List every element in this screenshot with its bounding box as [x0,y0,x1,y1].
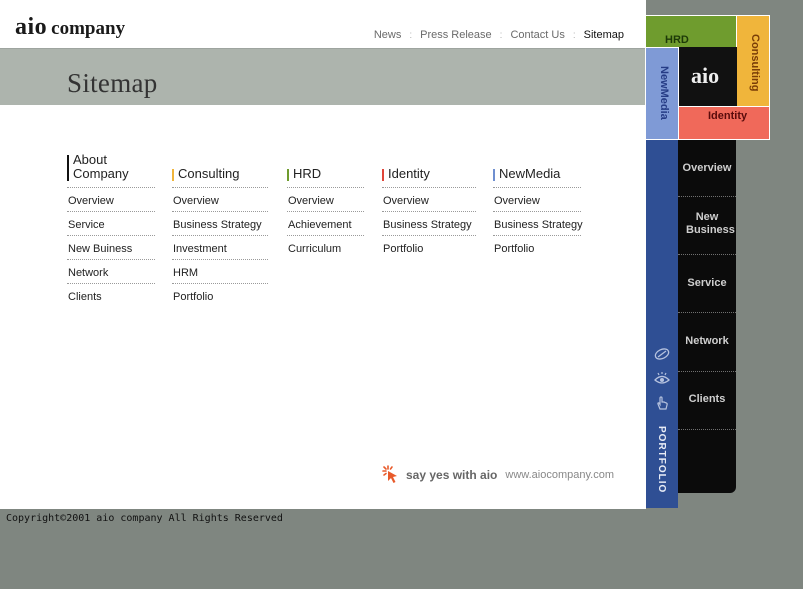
top-navigation: News : Press Release : Contact Us : Site… [374,29,624,41]
link-portfolio[interactable]: Portfolio [493,236,581,259]
heading-color-mark [172,169,174,181]
column-links: Overview Achievement Curriculum [287,188,364,259]
link-new-business[interactable]: New Buiness [67,236,155,260]
sitemap-column-newmedia: NewMedia Overview Business Strategy Port… [493,150,583,259]
side-menu: Overview New Business Service Network Cl… [678,140,736,493]
nav-separator: : [499,29,503,41]
nav-press-release[interactable]: Press Release [420,29,492,41]
logo-aio: aio [15,14,48,40]
heading-text: HRD [293,166,322,181]
link-investment[interactable]: Investment [172,236,268,260]
link-portfolio[interactable]: Portfolio [382,236,476,259]
heading-color-mark [382,169,384,181]
link-business-strategy[interactable]: Business Strategy [493,212,583,236]
link-portfolio[interactable]: Portfolio [172,284,268,307]
title-band: Sitemap [0,49,646,105]
link-overview[interactable]: Overview [172,188,268,212]
copyright-footer: Copyright©2001 aio company All Rights Re… [6,513,283,524]
column-links: Overview Business Strategy Portfolio [493,188,583,259]
logo-company: company [51,18,126,39]
slogan: say yes with aio www.aiocompany.com [382,465,614,485]
aio-company-logo[interactable]: aio company [15,14,125,41]
nav-contact-us[interactable]: Contact Us [510,29,564,41]
sitemap-column-hrd: HRD Overview Achievement Curriculum [287,150,364,259]
tile-aio[interactable]: aio [678,47,737,107]
sitemap-column-identity: Identity Overview Business Strategy Port… [382,150,476,259]
slogan-text: say yes with aio [406,468,498,482]
column-heading-about-company[interactable]: About Company [67,150,155,188]
side-menu-clients[interactable]: Clients [678,393,736,406]
tile-aio-label: aio [691,63,720,88]
column-links: Overview Business Strategy Investment HR… [172,188,268,307]
side-menu-divider [678,312,736,313]
cursor-burst-icon [382,465,397,483]
tile-newmedia[interactable]: NewMedia [645,47,679,140]
side-menu-overview[interactable]: Overview [678,162,736,175]
tile-consulting[interactable]: Consulting [736,15,770,107]
side-menu-divider [678,371,736,372]
column-heading-hrd[interactable]: HRD [287,150,364,188]
link-curriculum[interactable]: Curriculum [287,236,364,259]
link-hrm[interactable]: HRM [172,260,268,284]
tile-identity-label: Identity [708,110,748,122]
heading-color-mark [67,155,69,181]
portfolio-strip[interactable]: PORTFOLIO [646,140,678,508]
nav-separator: : [409,29,413,41]
column-heading-newmedia[interactable]: NewMedia [493,150,581,188]
column-heading-identity[interactable]: Identity [382,150,476,188]
tile-consulting-label: Consulting [749,34,761,92]
side-menu-divider [678,254,736,255]
page-title: Sitemap [67,68,158,98]
nav-sitemap[interactable]: Sitemap [584,29,624,41]
tile-identity[interactable]: Identity [678,106,770,140]
slogan-url[interactable]: www.aiocompany.com [505,469,614,481]
link-overview[interactable]: Overview [382,188,476,212]
heading-text: Consulting [178,166,240,181]
nav-separator: : [572,29,576,41]
link-service[interactable]: Service [67,212,155,236]
link-icon[interactable] [654,346,670,362]
side-menu-divider [678,196,736,197]
heading-text: NewMedia [499,166,561,181]
link-business-strategy[interactable]: Business Strategy [382,212,476,236]
heading-text: About Company [73,153,129,181]
sitemap-column-consulting: Consulting Overview Business Strategy In… [172,150,268,307]
link-overview[interactable]: Overview [287,188,364,212]
side-menu-new-business[interactable]: New Business [678,211,736,237]
link-overview[interactable]: Overview [67,188,155,212]
link-achievement[interactable]: Achievement [287,212,364,236]
tile-newmedia-label: NewMedia [658,66,670,120]
link-business-strategy[interactable]: Business Strategy [172,212,268,236]
portfolio-label: PORTFOLIO [656,426,667,494]
heading-line: About [73,152,107,167]
tile-hrd[interactable]: HRD [645,15,737,48]
link-network[interactable]: Network [67,260,155,284]
link-clients[interactable]: Clients [67,284,155,307]
column-heading-consulting[interactable]: Consulting [172,150,268,188]
tile-hrd-label: HRD [665,34,689,46]
column-links: Overview Service New Buiness Network Cli… [67,188,155,307]
link-overview[interactable]: Overview [493,188,581,212]
side-menu-divider [678,429,736,430]
heading-color-mark [287,169,289,181]
hand-pointer-icon[interactable] [654,395,670,411]
nav-news[interactable]: News [374,29,402,41]
eye-icon[interactable] [654,371,670,387]
heading-color-mark [493,169,495,181]
heading-text: Identity [388,166,430,181]
heading-line: Company [73,166,129,181]
side-menu-network[interactable]: Network [678,335,736,348]
side-menu-service[interactable]: Service [678,277,736,290]
sitemap-column-about-company: About Company Overview Service New Buine… [67,150,155,307]
header: aio company News : Press Release : Conta… [0,0,646,49]
column-links: Overview Business Strategy Portfolio [382,188,476,259]
